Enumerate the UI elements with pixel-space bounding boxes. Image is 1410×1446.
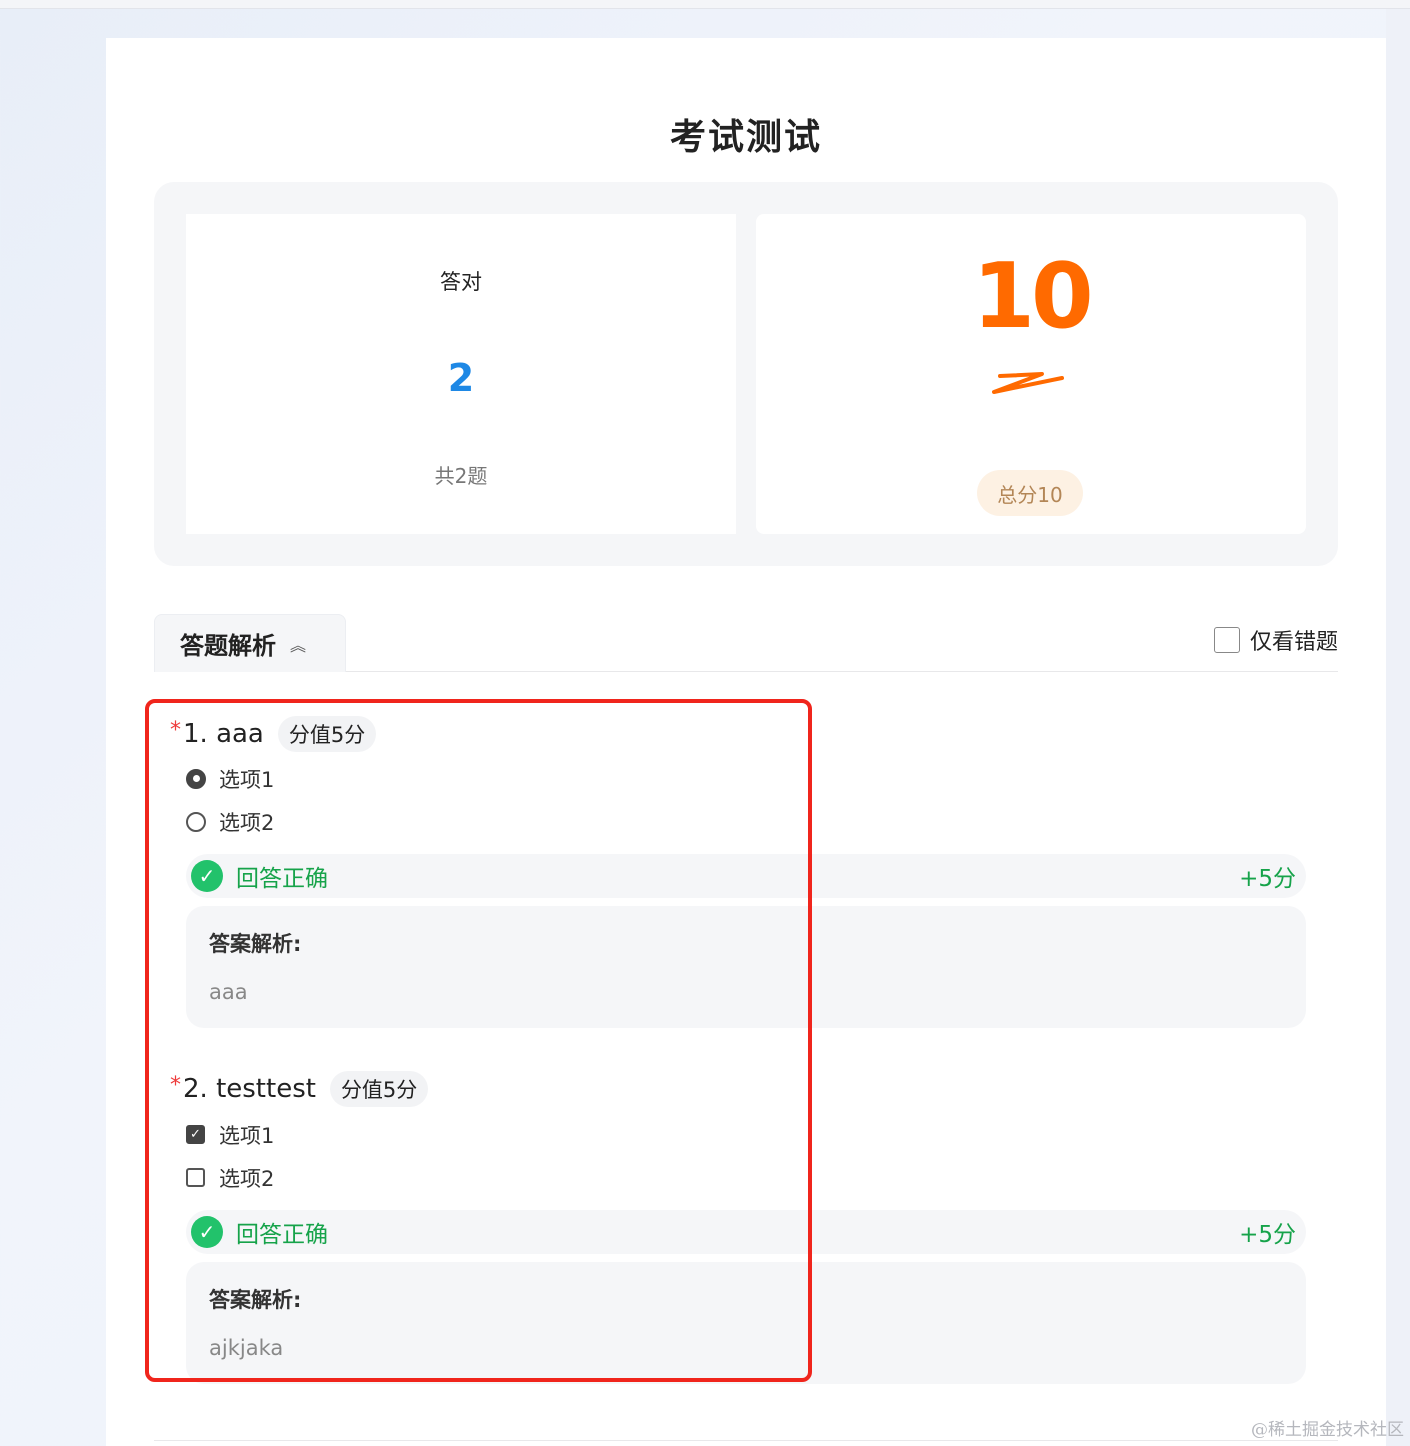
option-item[interactable]: 选项2 — [186, 800, 1306, 843]
correct-stat-box: 答对 2 共2题 — [186, 214, 736, 534]
option-label: 选项2 — [219, 810, 275, 835]
checkbox-checked-icon[interactable]: ✓ — [186, 1125, 205, 1144]
page-title: 考试测试 — [669, 117, 822, 158]
question-header: * 2. testtest 分值5分 — [170, 1069, 1306, 1109]
radio-selected-icon[interactable] — [186, 768, 206, 789]
result-text: 回答正确 — [236, 866, 328, 892]
points-earned: +5分 — [1239, 1222, 1296, 1248]
score-summary: 答对 2 共2题 10 总分10 — [154, 182, 1338, 566]
required-mark: * — [170, 1073, 181, 1098]
chevron-double-up-icon: ︽ — [290, 635, 307, 655]
option-item[interactable]: 选项2 — [186, 1156, 1306, 1199]
question-score-badge: 分值5分 — [329, 1071, 429, 1107]
correct-count: 2 — [447, 356, 475, 400]
analysis-label: 答案解析: — [209, 932, 302, 956]
answer-analysis-box: 答案解析: aaa — [186, 906, 1306, 1028]
analysis-tab-bar: 答题解析 ︽ 仅看错题 — [154, 614, 1338, 672]
score-stat-box: 10 总分10 — [756, 214, 1306, 534]
option-label: 选项1 — [219, 1123, 275, 1148]
check-circle-icon: ✓ — [191, 860, 223, 892]
tab-answer-analysis[interactable]: 答题解析 ︽ — [154, 614, 346, 672]
option-item[interactable]: ✓ 选项1 — [186, 1113, 1306, 1156]
answer-result-bar: ✓ 回答正确 +5分 — [186, 1210, 1306, 1254]
question-title: 1. aaa — [183, 719, 264, 749]
analysis-text: ajkjaka — [209, 1336, 284, 1360]
wrong-only-checkbox[interactable] — [1213, 627, 1240, 653]
tab-label: 答题解析 — [180, 632, 276, 660]
question-score-badge: 分值5分 — [277, 716, 377, 752]
watermark: @稀土掘金技术社区 — [1251, 1420, 1404, 1440]
exam-result-card: 考试测试 答对 2 共2题 10 总分10 答题解析 ︽ 仅看错题 * 1. a… — [106, 38, 1386, 1446]
question-title: 2. testtest — [183, 1074, 316, 1104]
answer-result-bar: ✓ 回答正确 +5分 — [186, 854, 1306, 898]
scroll-gutter — [1386, 9, 1410, 1446]
check-circle-icon: ✓ — [191, 1216, 223, 1248]
answer-analysis-box: 答案解析: ajkjaka — [186, 1262, 1306, 1384]
option-label: 选项1 — [219, 767, 275, 792]
question-item: * 1. aaa 分值5分 选项1 选项2 ✓ 回答正确 +5分 答案解析: a… — [170, 714, 1306, 1028]
option-item[interactable]: 选项1 — [186, 757, 1306, 800]
question-header: * 1. aaa 分值5分 — [170, 714, 1306, 754]
radio-unselected-icon[interactable] — [186, 811, 206, 832]
divider — [154, 1440, 1338, 1441]
total-questions: 共2题 — [434, 464, 488, 488]
total-score-badge: 总分10 — [977, 470, 1083, 516]
score-underline-icon — [992, 372, 1064, 394]
score-value: 10 — [972, 244, 1093, 349]
analysis-text: aaa — [209, 980, 248, 1004]
result-text: 回答正确 — [236, 1222, 328, 1248]
points-earned: +5分 — [1239, 866, 1296, 892]
option-label: 选项2 — [219, 1166, 275, 1191]
analysis-label: 答案解析: — [209, 1288, 302, 1312]
wrong-only-label: 仅看错题 — [1249, 630, 1338, 655]
question-item: * 2. testtest 分值5分 ✓ 选项1 选项2 ✓ 回答正确 +5分 … — [170, 1069, 1306, 1384]
checkbox-unchecked-icon[interactable] — [186, 1168, 205, 1187]
wrong-only-filter[interactable]: 仅看错题 — [1213, 624, 1338, 656]
top-bar — [0, 0, 1410, 9]
required-mark: * — [170, 718, 181, 743]
correct-label: 答对 — [440, 270, 482, 294]
